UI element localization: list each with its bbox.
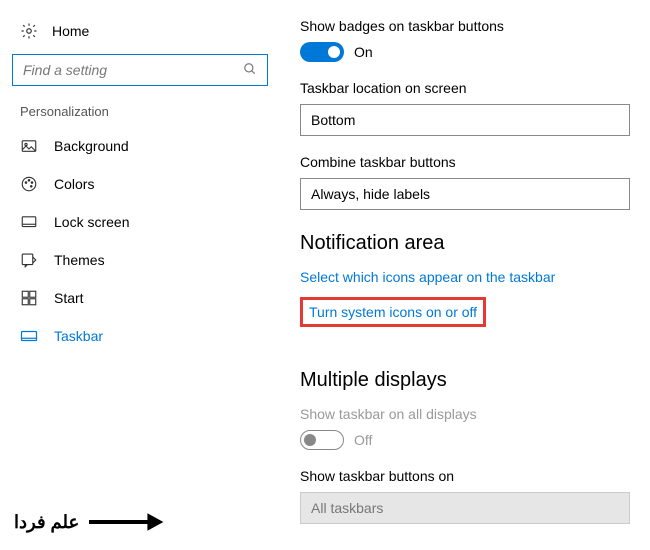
watermark: علم فردا (14, 508, 165, 536)
sidebar-item-taskbar[interactable]: Taskbar (12, 317, 268, 355)
taskbar-location-label: Taskbar location on screen (300, 80, 650, 96)
taskbar-location-dropdown[interactable]: Bottom (300, 104, 630, 136)
show-all-displays-label: Show taskbar on all displays (300, 406, 650, 422)
image-icon (20, 137, 38, 155)
home-label: Home (52, 23, 89, 39)
sidebar-item-label: Colors (54, 176, 94, 192)
show-all-displays-toggle (300, 430, 344, 450)
palette-icon (20, 175, 38, 193)
watermark-text: علم فردا (14, 512, 79, 533)
sidebar-item-label: Start (54, 290, 84, 306)
themes-icon (20, 251, 38, 269)
highlight-annotation: Turn system icons on or off (300, 297, 486, 327)
search-box[interactable] (12, 54, 268, 86)
dropdown-value: Always, hide labels (311, 186, 430, 202)
sidebar-item-background[interactable]: Background (12, 127, 268, 165)
sidebar-item-label: Background (54, 138, 129, 154)
select-icons-link[interactable]: Select which icons appear on the taskbar (300, 269, 650, 285)
arrow-right-icon (85, 508, 165, 536)
start-icon (20, 289, 38, 307)
notification-area-title: Notification area (300, 232, 650, 255)
taskbar-icon (20, 327, 38, 345)
system-icons-link[interactable]: Turn system icons on or off (309, 304, 477, 320)
combine-buttons-label: Combine taskbar buttons (300, 154, 650, 170)
multiple-displays-title: Multiple displays (300, 369, 650, 392)
dropdown-value: Bottom (311, 112, 355, 128)
gear-icon (20, 22, 38, 40)
sidebar-item-label: Lock screen (54, 214, 129, 230)
lockscreen-icon (20, 213, 38, 231)
dropdown-value: All taskbars (311, 500, 383, 516)
home-nav[interactable]: Home (12, 18, 268, 54)
show-buttons-on-label: Show taskbar buttons on (300, 468, 650, 484)
sidebar-item-label: Taskbar (54, 328, 103, 344)
sidebar-item-colors[interactable]: Colors (12, 165, 268, 203)
badges-toggle[interactable] (300, 42, 344, 62)
show-buttons-on-dropdown: All taskbars (300, 492, 630, 524)
badges-label: Show badges on taskbar buttons (300, 18, 650, 34)
main-panel: Show badges on taskbar buttons On Taskba… (280, 0, 650, 550)
sidebar-item-start[interactable]: Start (12, 279, 268, 317)
sidebar-item-themes[interactable]: Themes (12, 241, 268, 279)
sidebar-item-lockscreen[interactable]: Lock screen (12, 203, 268, 241)
badges-toggle-value: On (354, 44, 373, 60)
combine-buttons-dropdown[interactable]: Always, hide labels (300, 178, 630, 210)
sidebar: Home Personalization Background (0, 0, 280, 550)
show-all-displays-value: Off (354, 432, 372, 448)
search-input[interactable] (23, 62, 243, 78)
section-header-personalization: Personalization (12, 100, 268, 127)
search-icon (243, 62, 257, 79)
sidebar-item-label: Themes (54, 252, 105, 268)
